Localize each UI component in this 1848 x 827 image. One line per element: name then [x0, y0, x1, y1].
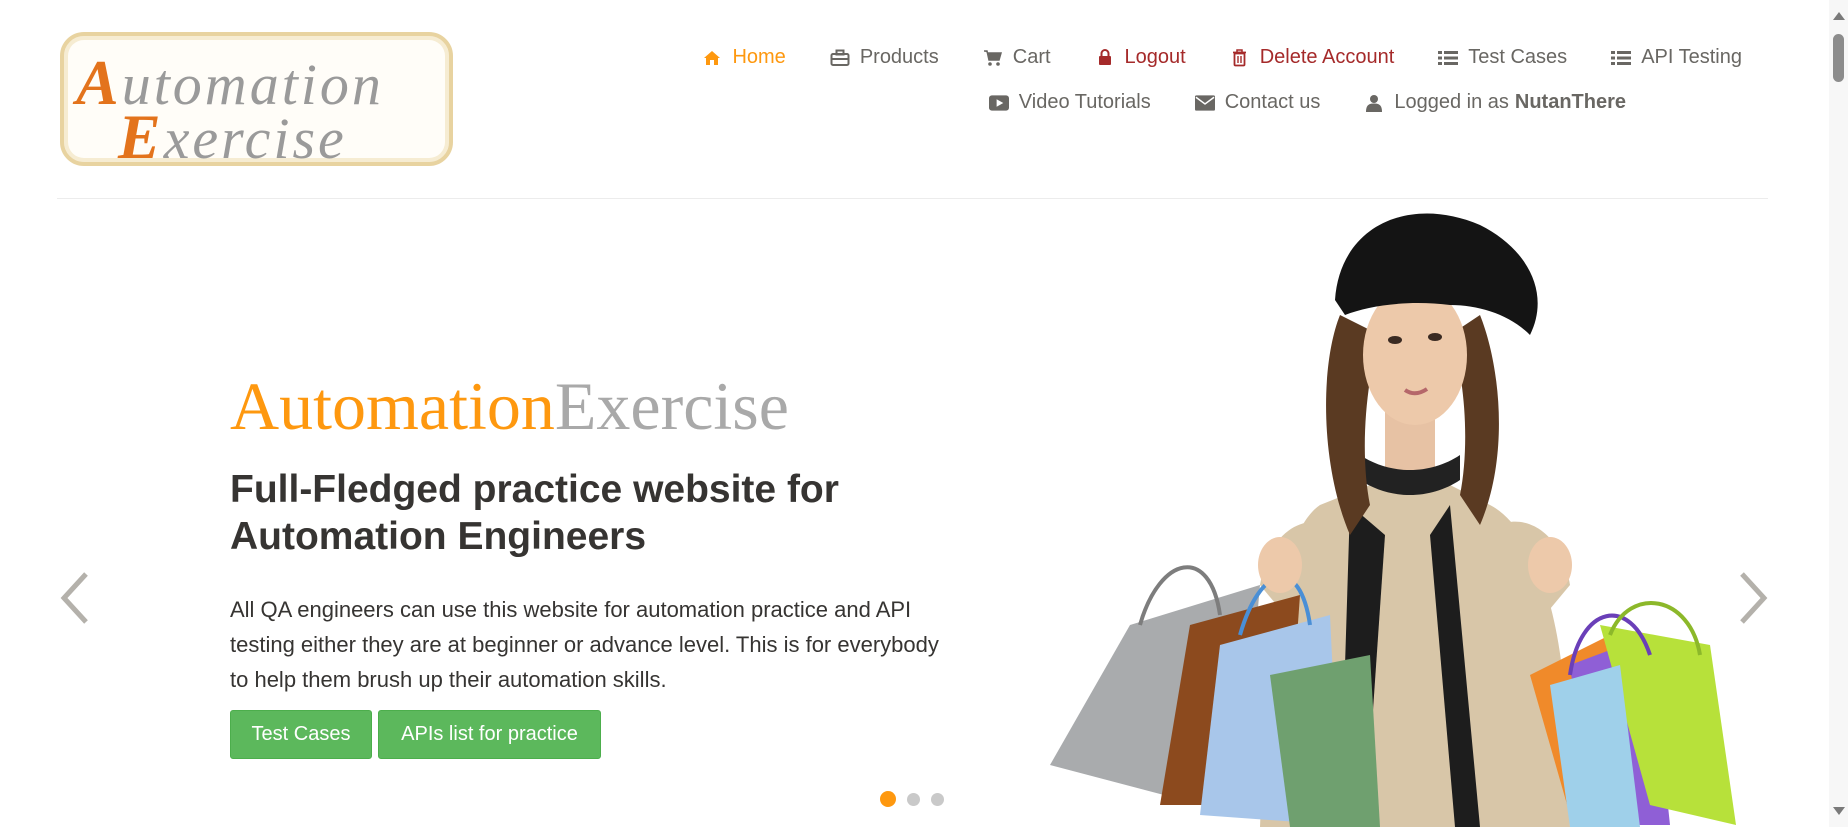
cart-icon: [983, 48, 1003, 68]
home-icon: [702, 48, 722, 68]
user-icon: [1364, 93, 1384, 113]
page-scrollbar[interactable]: [1829, 0, 1848, 827]
chevron-right-icon: [1740, 572, 1768, 624]
slider-headline: Full-Fledged practice website for Automa…: [230, 468, 839, 558]
slider-description: All QA engineers can use this website fo…: [230, 597, 939, 692]
logo-line-2: Exercise: [118, 100, 347, 174]
list-icon: [1611, 48, 1632, 68]
slider-indicators: [880, 791, 955, 807]
slider-next-button[interactable]: [1732, 568, 1772, 628]
nav-contact-us-label: Contact us: [1224, 91, 1321, 113]
nav-logged-in-user: Logged in as NutanThere: [1364, 91, 1626, 114]
nav-home[interactable]: Home: [702, 46, 786, 69]
slider-dot-2[interactable]: [907, 792, 920, 806]
nav-home-label: Home: [732, 46, 786, 68]
nav-logout[interactable]: Logout: [1095, 46, 1186, 69]
trash-icon: [1230, 48, 1250, 68]
nav-test-cases[interactable]: Test Cases: [1438, 46, 1567, 69]
nav-products[interactable]: Products: [830, 46, 939, 69]
nav-video-tutorials[interactable]: Video Tutorials: [988, 91, 1151, 114]
nav-video-tutorials-label: Video Tutorials: [1018, 91, 1151, 113]
brand-part-exercise: Exercise: [554, 368, 789, 444]
main-nav-row-1: Home Products Cart Logout Delete Account: [702, 46, 1742, 69]
nav-api-testing[interactable]: API Testing: [1611, 46, 1742, 69]
brand-part-automation: Automation: [230, 368, 555, 444]
main-nav-row-2: Video Tutorials Contact us Logged in as …: [988, 91, 1626, 114]
site-logo[interactable]: Automation Exercise: [60, 32, 453, 172]
nav-contact-us[interactable]: Contact us: [1194, 91, 1321, 114]
scroll-thumb[interactable]: [1833, 34, 1844, 82]
nav-cart[interactable]: Cart: [983, 46, 1051, 69]
nav-delete-account[interactable]: Delete Account: [1230, 46, 1395, 69]
scroll-up-arrow-icon[interactable]: [1833, 12, 1845, 20]
youtube-play-icon: [988, 93, 1009, 113]
logged-in-label: Logged in as: [1394, 91, 1509, 113]
header-divider: [57, 198, 1768, 199]
nav-products-label: Products: [859, 46, 939, 68]
logo-cap-e: E: [118, 101, 164, 172]
nav-cart-label: Cart: [1012, 46, 1051, 68]
lock-icon: [1095, 48, 1115, 68]
logo-cap-a: A: [76, 47, 122, 118]
apis-list-button[interactable]: APIs list for practice: [378, 710, 601, 759]
logo-text-2: xercise: [163, 106, 347, 171]
envelope-icon: [1194, 93, 1215, 113]
test-cases-button[interactable]: Test Cases: [230, 710, 372, 759]
slider-dot-3[interactable]: [931, 792, 944, 806]
briefcase-icon: [830, 48, 850, 68]
slider-prev-button[interactable]: [56, 568, 96, 628]
list-icon: [1438, 48, 1459, 68]
chevron-left-icon: [60, 572, 88, 624]
slider-brand-title: AutomationExercise: [230, 372, 789, 440]
logged-in-username: NutanThere: [1514, 91, 1626, 113]
nav-test-cases-label: Test Cases: [1468, 46, 1568, 68]
scroll-down-arrow-icon[interactable]: [1833, 807, 1845, 815]
slider-dot-1[interactable]: [880, 791, 896, 807]
nav-api-testing-label: API Testing: [1641, 46, 1742, 68]
nav-delete-account-label: Delete Account: [1259, 46, 1395, 68]
nav-logout-label: Logout: [1124, 46, 1186, 68]
hero-woman-shopping-bags-image: [1050, 213, 1736, 827]
page: Automation Exercise Home Products Cart L…: [0, 0, 1848, 827]
